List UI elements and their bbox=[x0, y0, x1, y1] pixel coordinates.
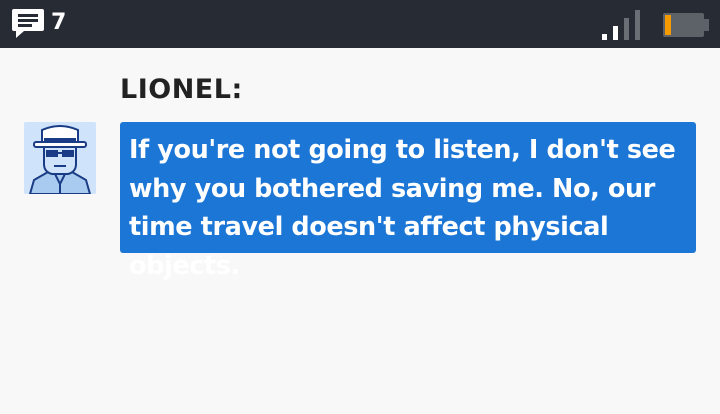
speaker-name: LIONEL: bbox=[120, 74, 243, 105]
speaker-avatar bbox=[24, 122, 96, 194]
portrait-icon bbox=[24, 122, 96, 194]
dialog-box[interactable]: If you're not going to listen, I don't s… bbox=[120, 122, 696, 281]
battery-low-icon bbox=[663, 13, 709, 37]
signal-strength-icon bbox=[602, 10, 640, 40]
dialog-text: If you're not going to listen, I don't s… bbox=[129, 135, 676, 281]
status-bar: 7 bbox=[0, 0, 720, 48]
chat-bubble-icon[interactable] bbox=[11, 8, 45, 40]
message-count: 7 bbox=[51, 10, 67, 35]
